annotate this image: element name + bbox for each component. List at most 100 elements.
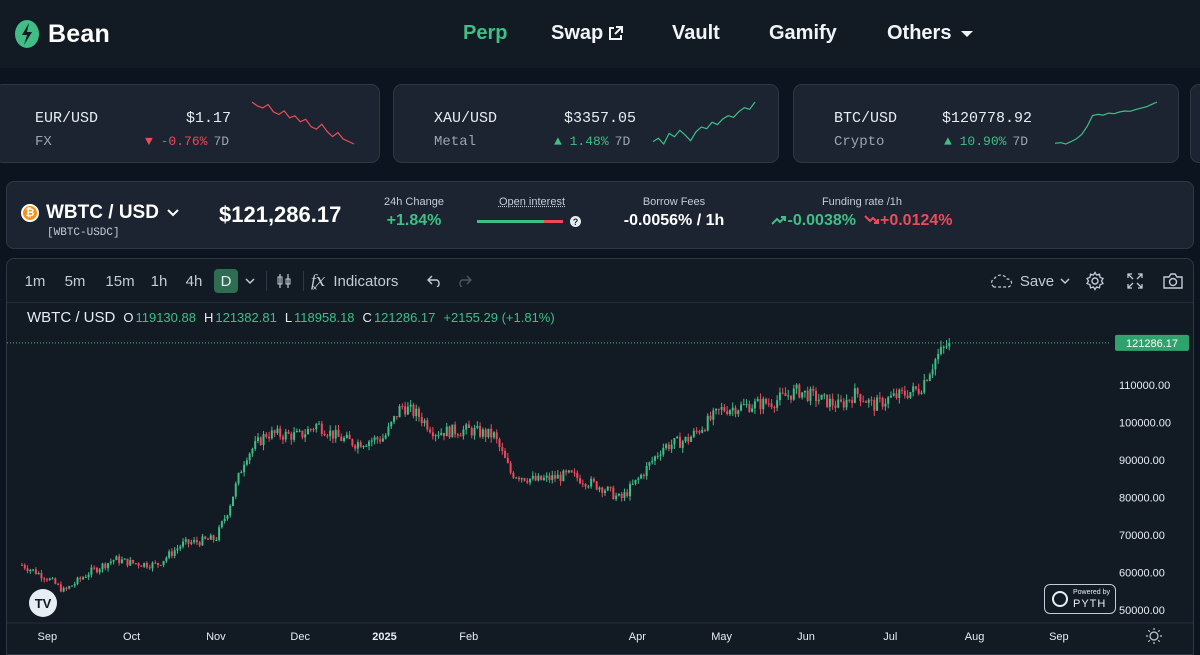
legend-open-key: O [123,310,133,325]
ticker-card-eurusd[interactable]: EUR/USD FX $1.17 ▼ -0.76% 7D [0,84,380,163]
ticker-card-btcusd[interactable]: BTC/USD Crypto $120778.92 ▲ 10.90% 7D [793,84,1179,163]
candle [857,387,859,397]
ticker-card-partial[interactable] [1190,84,1200,163]
candle [85,575,87,578]
nav-perp[interactable]: Perp [463,22,507,45]
fullscreen-button[interactable] [1123,269,1147,293]
screenshot-button[interactable] [1161,269,1185,293]
candle-body [632,484,634,485]
candle-body [640,475,642,479]
candle-body [176,548,178,550]
nav-swap[interactable]: Swap [551,22,624,45]
ticker-strip: EUR/USD FX $1.17 ▼ -0.76% 7D XAU/USD Meta… [0,78,1200,170]
candle [912,383,914,397]
candle-body [929,375,931,381]
indicators-button[interactable]: f͓x Indicators [311,269,411,293]
ticker-symbol: EUR/USD [35,110,98,127]
candle [479,422,481,438]
candle [487,429,489,439]
candle-body [807,391,809,401]
interval-dropdown[interactable] [243,269,257,293]
candle [313,428,315,432]
candle-body [532,476,534,479]
candle [435,434,437,442]
candle [765,398,767,405]
candle-body [229,506,231,515]
candle [490,424,492,443]
redo-button[interactable] [454,269,474,293]
candle [446,423,448,436]
candle [734,405,736,417]
candles-icon [275,272,293,290]
candle-body [432,432,434,436]
candle-body [171,551,173,555]
brand-logo[interactable]: Bean [14,19,110,49]
candle-body [554,475,556,479]
candle-body [518,478,520,480]
candle-body [362,446,364,447]
candle-body [407,407,409,415]
candle [626,489,628,498]
candle [521,478,523,483]
pyth-powered-by: Powered by [1073,589,1110,596]
nav-vault[interactable]: Vault [672,22,720,45]
candle [135,563,137,565]
candle [263,431,265,450]
candle [321,421,323,437]
interval-4h[interactable]: 4h [182,269,206,293]
candle-body [865,401,867,402]
candle [46,578,48,582]
stat-value: +1.84% [379,212,449,230]
interval-5m[interactable]: 5m [61,269,89,293]
candle-body [213,535,215,540]
help-icon[interactable]: ? [570,216,581,227]
ticker-card-xauusd[interactable]: XAU/USD Metal $3357.05 ▲ 1.48% 7D [393,84,779,163]
x-tick-label: Apr [629,631,646,643]
candle-body [723,407,725,411]
save-button[interactable]: Save [983,269,1075,293]
interval-15m[interactable]: 15m [104,269,136,293]
pyth-badge[interactable]: Powered by PYTH [1044,584,1116,614]
candle [784,387,786,396]
interval-d[interactable]: D [214,269,238,293]
interval-1m[interactable]: 1m [23,269,47,293]
candle [687,434,689,445]
candle-body [115,556,117,560]
candle [265,432,267,438]
interval-1h[interactable]: 1h [148,269,170,293]
nav-others[interactable]: Others [887,22,975,45]
candle-body [276,429,278,434]
nav-gamify[interactable]: Gamify [769,22,837,45]
candle-style-button[interactable] [273,269,295,293]
candle [349,431,351,439]
candle-body [746,404,748,405]
undo-button[interactable] [425,269,445,293]
pair-selector[interactable]: ₿ WBTC / USD [21,202,180,224]
candle-body [665,444,667,448]
y-tick-label: 60000.00 [1119,567,1165,579]
candle-body [304,434,306,437]
candle-body [382,438,384,441]
candle [276,425,278,435]
candle [160,565,162,566]
candle [238,473,240,486]
candle [335,425,337,442]
candle-body [573,472,575,473]
candle [693,428,695,438]
settings-button[interactable] [1083,269,1107,293]
candle-body [487,429,489,437]
candle-body [332,430,334,438]
candle [118,554,120,566]
candle [834,401,836,412]
candle-body [288,432,290,434]
candle [815,387,817,407]
tradingview-logo[interactable]: TV [29,589,57,617]
candle-body [593,479,595,482]
candle-body [96,568,98,572]
candle [293,427,295,442]
candle [288,430,290,434]
candle-body [626,492,628,496]
candle-body [493,432,495,437]
candle-body [243,465,245,472]
candle [618,493,620,496]
